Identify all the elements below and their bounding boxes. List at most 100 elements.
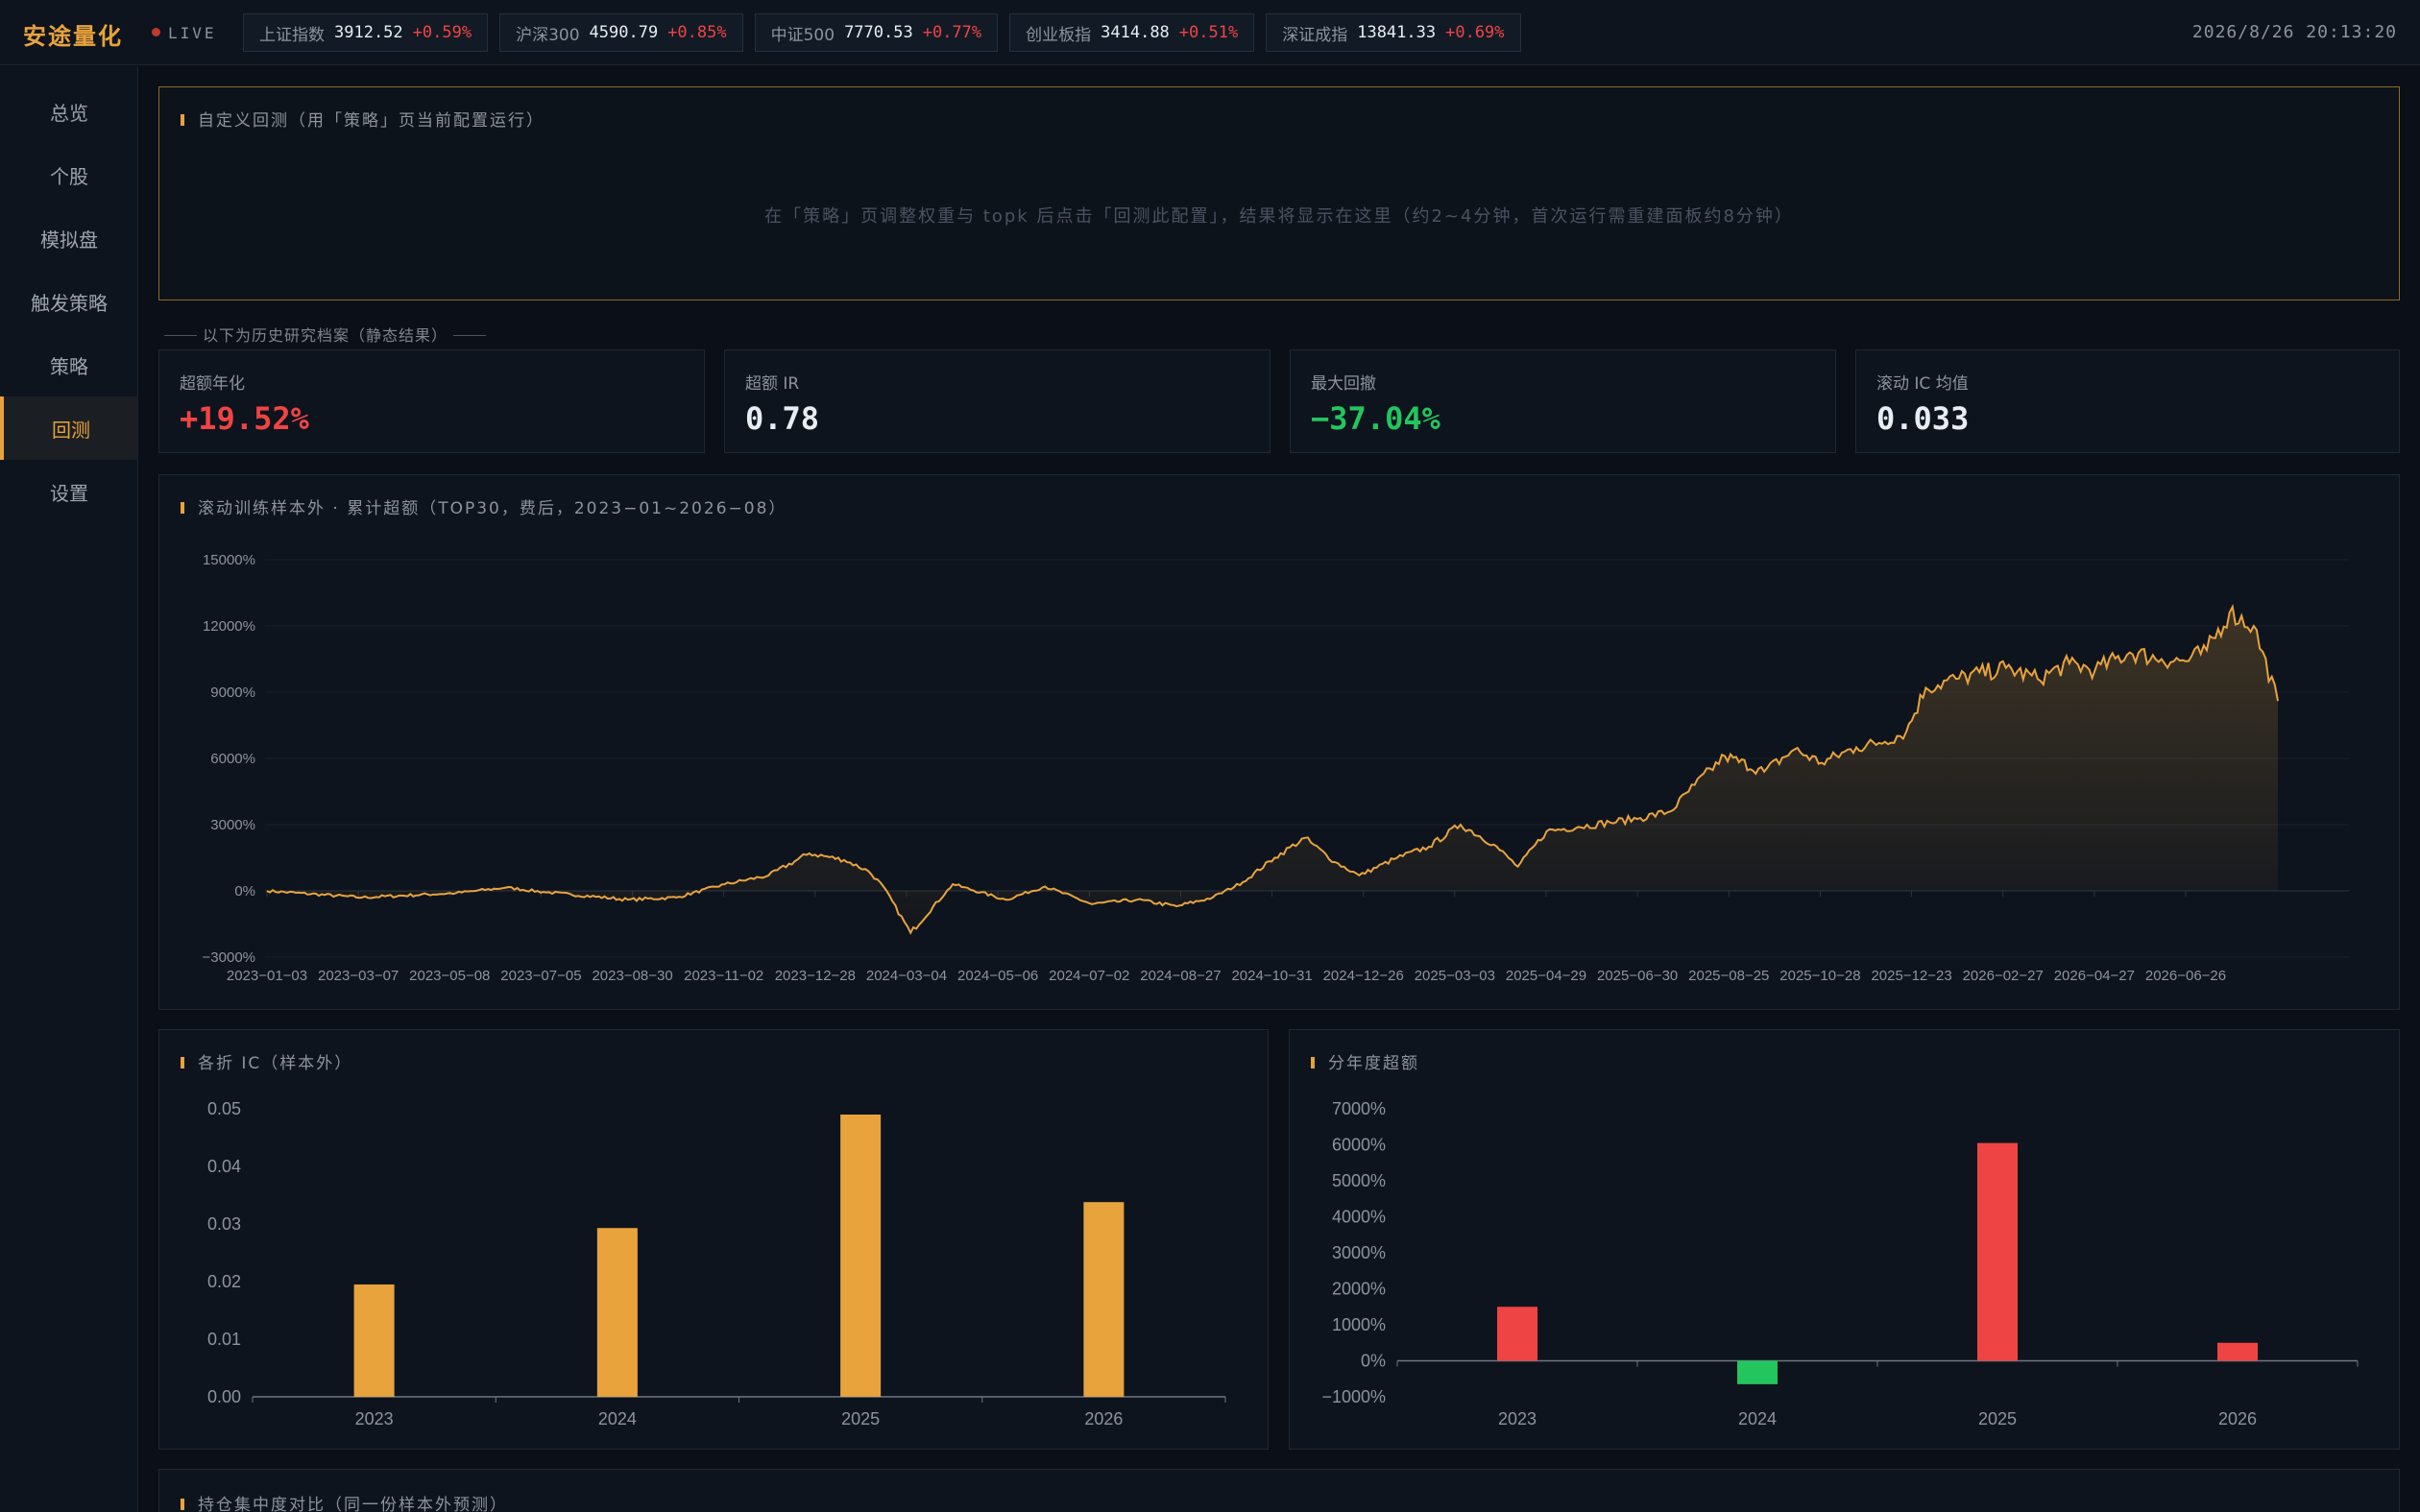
sidebar-item-trigger-strategy[interactable]: 触发策略 <box>0 270 138 333</box>
y-tick-label: 3000% <box>1332 1243 1386 1262</box>
y-tick-label: 0.00 <box>207 1387 241 1406</box>
fold-ic-chart[interactable]: 0.05 0.04 0.03 0.02 0.01 0.00 2023 2024 2025 2026 <box>159 1030 1270 1451</box>
y-tick-label: 4000% <box>1332 1208 1386 1227</box>
ticker-change: +0.69% <box>1445 23 1505 42</box>
bar-2025 <box>1977 1142 2018 1361</box>
section-divider: 以下为历史研究档案（静态结果） <box>158 323 492 346</box>
kpi-card-rolling-ic: 滚动 IC 均值 0.033 <box>1855 349 2400 453</box>
bar-2026 <box>2217 1342 2258 1361</box>
ticker-value: 4590.79 <box>589 23 659 42</box>
x-tick-label: 2023 <box>355 1409 394 1428</box>
x-tick-label: 2026−06−26 <box>2145 968 2226 984</box>
y-tick-label: 0.04 <box>207 1157 241 1176</box>
x-tick-label: 2023−03−07 <box>318 968 399 984</box>
yearly-excess-panel: 分年度超额 7000% 6000% 5000% 4000% 3000% 2000% 1000… <box>1289 1029 2400 1450</box>
x-tick-label: 2025−10−28 <box>1779 968 1860 984</box>
ticker-value: 3414.88 <box>1101 23 1170 42</box>
ticker-chinext[interactable]: 创业板指 3414.88 +0.51% <box>1009 13 1255 52</box>
divider-line <box>164 335 197 336</box>
y-tick-label: 0.05 <box>207 1099 241 1118</box>
x-tick-label: 2024−07−02 <box>1049 968 1129 984</box>
y-tick-label: 6000% <box>1332 1136 1386 1155</box>
x-tick-label: 2024 <box>598 1409 637 1428</box>
y-tick-label: 9000% <box>210 684 255 701</box>
x-tick-label: 2026−02−27 <box>1963 968 2044 984</box>
clock: 2026/8/26 20:13:20 <box>2191 22 2397 42</box>
ticker-name: 创业板指 <box>1026 25 1092 45</box>
ticker-strip: 上证指数 3912.52 +0.59% 沪深300 4590.79 +0.85% 中证5… <box>243 13 1521 52</box>
x-tick-label: 2025 <box>1978 1409 2017 1428</box>
custom-backtest-hint: 在「策略」页调整权重与 topk 后点击「回测此配置」，结果将显示在这里（约2~… <box>764 206 1794 227</box>
x-tick-label: 2023−07−05 <box>500 968 581 984</box>
sidebar-item-overview[interactable]: 总览 <box>0 80 138 143</box>
y-tick-label: 0% <box>234 883 255 900</box>
x-tick-label: 2025−03−03 <box>1415 968 1495 984</box>
brand-logo[interactable]: 安途量化 <box>23 17 123 51</box>
sidebar-item-settings[interactable]: 设置 <box>0 460 138 523</box>
x-tick-label: 2026−04−27 <box>2054 968 2135 984</box>
ticker-value: 13841.33 <box>1357 23 1437 42</box>
sidebar: 总览 个股 模拟盘 触发策略 策略 回测 设置 <box>0 66 138 1512</box>
holding-concentration-panel: 持仓集中度对比（同一份样本外预测） <box>158 1469 2400 1512</box>
sidebar-item-backtest[interactable]: 回测 <box>0 396 138 460</box>
bar-2024 <box>596 1228 638 1397</box>
kpi-card-excess-annual: 超额年化 +19.52% <box>158 349 705 453</box>
ticker-zz500[interactable]: 中证500 7770.53 +0.77% <box>754 13 999 52</box>
x-tick-label: 2025−04−29 <box>1506 968 1586 984</box>
ticker-hs300[interactable]: 沪深300 4590.79 +0.85% <box>499 13 743 52</box>
title-marker-icon <box>181 1499 184 1510</box>
x-tick-label: 2023 <box>1498 1409 1537 1428</box>
x-tick-label: 2024−10−31 <box>1231 968 1312 984</box>
kpi-label: 超额年化 <box>180 374 245 394</box>
y-tick-label: 2000% <box>1332 1280 1386 1299</box>
kpi-value: 0.78 <box>745 400 820 437</box>
yearly-excess-chart[interactable]: 7000% 6000% 5000% 4000% 3000% 2000% 1000% 0% −10… <box>1290 1030 2401 1451</box>
ticker-sh-index[interactable]: 上证指数 3912.52 +0.59% <box>243 13 489 52</box>
bar-2023 <box>1497 1307 1537 1361</box>
ticker-change: +0.51% <box>1178 23 1239 42</box>
kpi-label: 超额 IR <box>745 374 800 394</box>
kpi-card-excess-ir: 超额 IR 0.78 <box>724 349 1270 453</box>
ticker-change: +0.85% <box>667 23 727 42</box>
panel-title: 持仓集中度对比（同一份样本外预测） <box>181 1491 508 1512</box>
x-tick-label: 2024−05−06 <box>957 968 1038 984</box>
ticker-name: 中证500 <box>770 25 835 45</box>
kpi-label: 最大回撤 <box>1311 374 1376 394</box>
bar-2026 <box>1083 1202 1125 1397</box>
sidebar-item-strategy[interactable]: 策略 <box>0 333 138 396</box>
panel-title: 自定义回测（用「策略」页当前配置运行） <box>181 107 544 131</box>
x-tick-label: 2023−11−02 <box>684 968 763 984</box>
y-tick-label: 0% <box>1361 1352 1386 1371</box>
x-tick-label: 2025−06−30 <box>1597 968 1678 984</box>
top-bar: 安途量化 LIVE 上证指数 3912.52 +0.59% 沪深300 4590.79… <box>0 0 2420 65</box>
bar-2024 <box>1737 1360 1778 1384</box>
divider-line <box>453 335 487 336</box>
y-tick-label: 15000% <box>203 552 255 568</box>
section-note-text: 以下为历史研究档案（静态结果） <box>203 326 448 345</box>
ticker-sz-component[interactable]: 深证成指 13841.33 +0.69% <box>1266 13 1521 52</box>
x-tick-label: 2024−08−27 <box>1140 968 1221 984</box>
x-tick-label: 2024 <box>1738 1409 1777 1428</box>
live-dot-icon <box>152 28 160 36</box>
live-label: LIVE <box>168 24 217 42</box>
y-tick-label: −3000% <box>203 949 255 966</box>
y-tick-label: 12000% <box>203 618 255 635</box>
x-tick-label: 2026 <box>1084 1409 1123 1428</box>
x-tick-label: 2023−12−28 <box>775 968 856 984</box>
sidebar-item-paper-trading[interactable]: 模拟盘 <box>0 206 138 270</box>
ticker-change: +0.59% <box>412 23 472 42</box>
title-marker-icon <box>181 114 184 126</box>
x-tick-label: 2025 <box>841 1409 880 1428</box>
x-tick-label: 2023−05−08 <box>409 968 490 984</box>
ticker-name: 深证成指 <box>1282 25 1348 45</box>
x-tick-label: 2026 <box>2218 1409 2257 1428</box>
kpi-value: +19.52% <box>180 400 309 437</box>
ticker-name: 沪深300 <box>516 25 580 45</box>
cumulative-excess-panel: 滚动训练样本外 · 累计超额（TOP30，费后，2023−01~2026−08）… <box>158 474 2400 1010</box>
fold-ic-panel: 各折 IC（样本外） 0.05 0.04 0.03 0.02 0.01 0.00 2023 2… <box>158 1029 1269 1450</box>
y-tick-label: 3000% <box>210 817 255 833</box>
y-tick-label: 6000% <box>210 751 255 767</box>
sidebar-item-stocks[interactable]: 个股 <box>0 143 138 206</box>
cumulative-excess-chart[interactable]: 15000% 12000% 9000% 6000% 3000% 0% −3000% 2023−… <box>159 475 2401 1011</box>
y-tick-label: 7000% <box>1332 1099 1386 1118</box>
